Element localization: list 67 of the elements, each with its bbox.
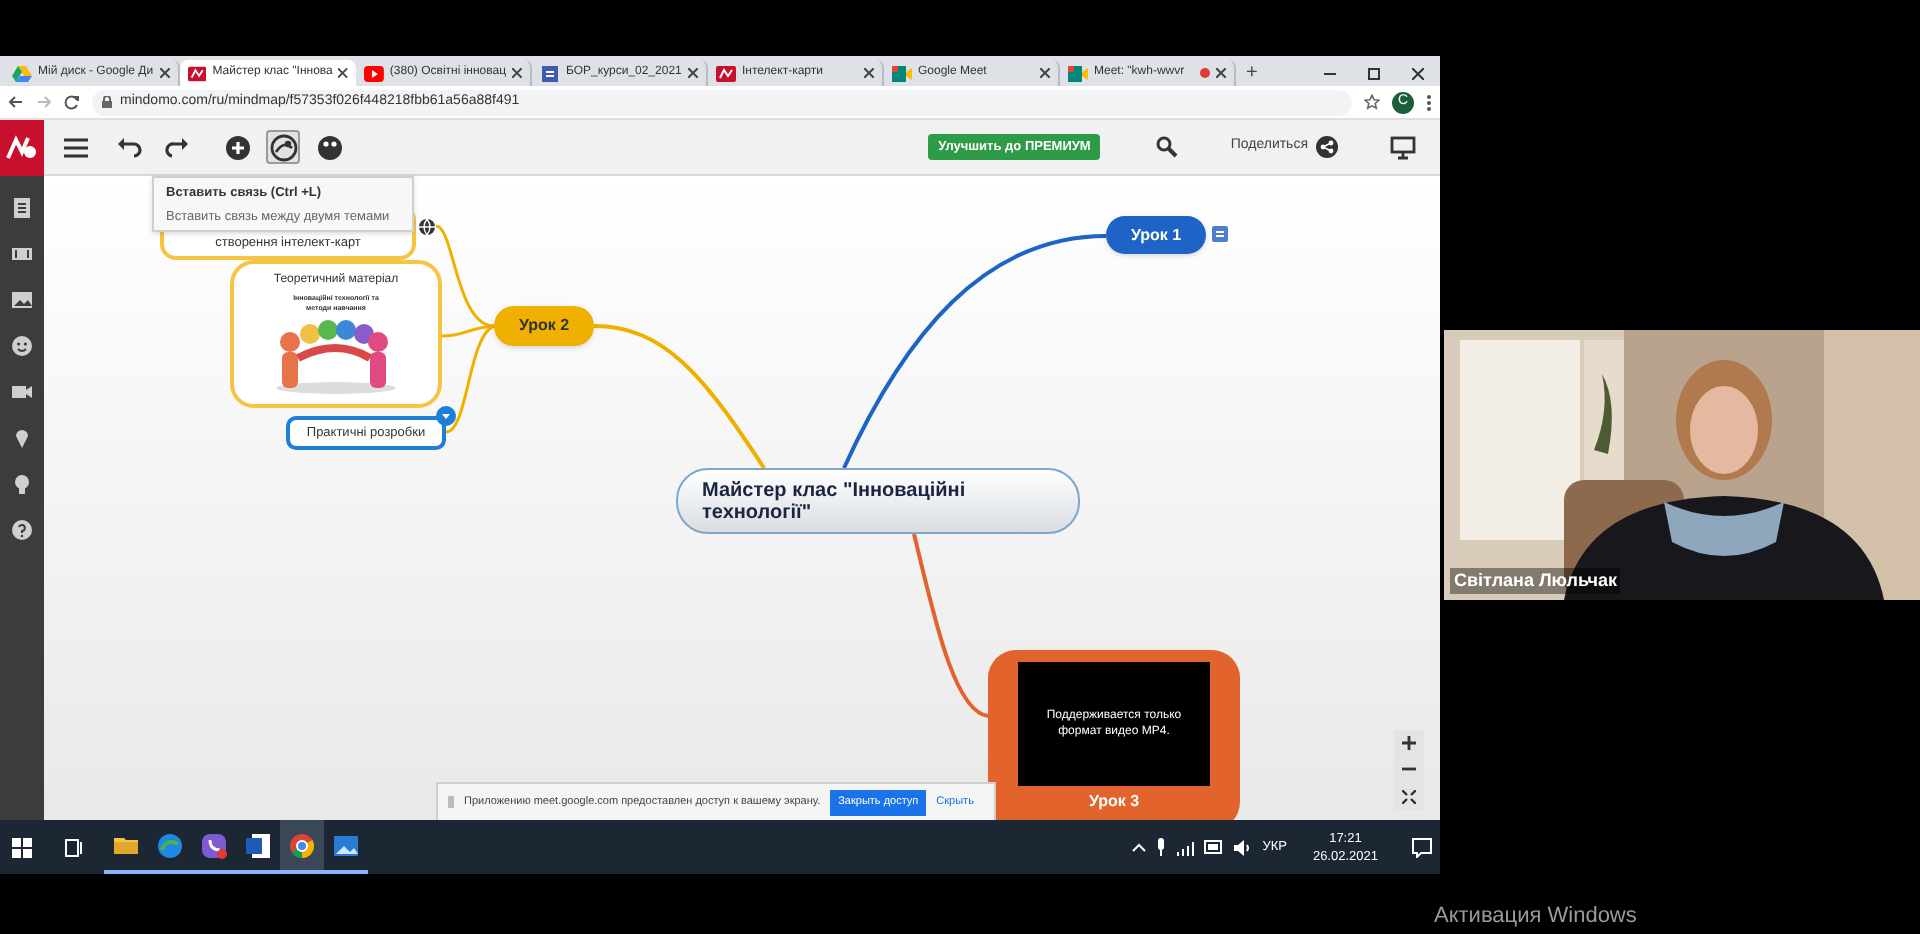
present-icon[interactable] <box>1390 135 1416 159</box>
zoom-controls[interactable] <box>1394 730 1424 810</box>
activation-notice: Активация Windows <box>1434 902 1637 932</box>
fit-screen-icon[interactable] <box>1402 789 1416 804</box>
notes-icon[interactable] <box>1212 226 1228 242</box>
minimize-icon[interactable] <box>1324 67 1336 79</box>
lightbulb-icon[interactable] <box>10 472 34 496</box>
globe-icon[interactable] <box>418 218 436 236</box>
menu-icon[interactable] <box>64 137 88 157</box>
topic-label: Урок 3 <box>1088 790 1140 814</box>
palette-tool[interactable] <box>312 130 346 164</box>
camera-icon <box>892 65 912 81</box>
document-icon <box>540 65 560 81</box>
close-icon[interactable] <box>1216 68 1226 78</box>
link-topic-tool[interactable] <box>266 130 300 164</box>
chevron-up-icon[interactable] <box>1132 842 1147 852</box>
reload-icon[interactable] <box>64 94 80 110</box>
recording-icon <box>1200 68 1210 78</box>
picture-app-icon <box>332 831 360 859</box>
more-icon[interactable] <box>1426 93 1432 111</box>
close-icon[interactable] <box>1412 67 1424 79</box>
close-icon[interactable] <box>688 68 698 78</box>
dropdown-marker-icon[interactable] <box>436 406 456 426</box>
search-icon[interactable] <box>1156 136 1179 158</box>
central-topic[interactable]: Майстер клас "Інноваційні технології" <box>676 468 1080 534</box>
network-icon[interactable] <box>1176 839 1195 855</box>
chrome-browser-icon <box>288 831 316 859</box>
close-icon[interactable] <box>512 68 522 78</box>
windows-start-icon[interactable] <box>12 837 32 857</box>
video-camera-icon[interactable] <box>10 380 34 404</box>
map-pin-icon[interactable] <box>10 426 34 450</box>
notification-icon[interactable] <box>1412 837 1432 857</box>
close-icon[interactable] <box>1040 68 1050 78</box>
app-logo-icon <box>716 65 736 81</box>
new-tab-button[interactable]: + <box>1246 60 1258 86</box>
video-play-icon <box>364 65 384 81</box>
volume-icon[interactable] <box>1234 839 1253 855</box>
filmstrip-icon[interactable] <box>10 242 34 266</box>
add-topic-tool[interactable] <box>220 130 254 164</box>
drive-icon <box>12 65 32 81</box>
image-icon[interactable] <box>10 288 34 312</box>
phone-bubble-icon <box>200 831 228 859</box>
topic-node[interactable]: Урок 2 <box>494 306 594 346</box>
battery-icon[interactable] <box>1204 840 1225 854</box>
close-icon[interactable] <box>338 68 348 78</box>
smiley-icon[interactable] <box>10 334 34 358</box>
share-icon <box>1316 136 1338 158</box>
zoom-in-icon[interactable] <box>1402 736 1416 751</box>
camera-icon <box>1068 65 1088 81</box>
browser-swirl-icon <box>156 831 184 859</box>
app-logo-icon <box>188 65 207 81</box>
topic-node[interactable]: Урок 1 <box>1106 216 1206 254</box>
close-icon[interactable] <box>864 68 874 78</box>
maximize-icon[interactable] <box>1368 67 1380 79</box>
star-icon[interactable] <box>1364 94 1380 110</box>
drag-handle-icon[interactable] <box>448 796 454 808</box>
task-view-icon[interactable] <box>64 837 84 857</box>
document-app-icon <box>244 831 272 859</box>
back-icon[interactable] <box>8 94 24 110</box>
microphone-icon[interactable] <box>1156 838 1167 856</box>
notes-icon[interactable] <box>10 196 34 220</box>
help-icon[interactable] <box>10 518 34 542</box>
app-logo[interactable] <box>0 119 44 175</box>
participant-name: Світлана Люльчак <box>1450 567 1621 594</box>
close-icon[interactable] <box>160 68 170 78</box>
taskbar-button[interactable] <box>280 820 324 874</box>
lock-icon <box>102 96 112 108</box>
